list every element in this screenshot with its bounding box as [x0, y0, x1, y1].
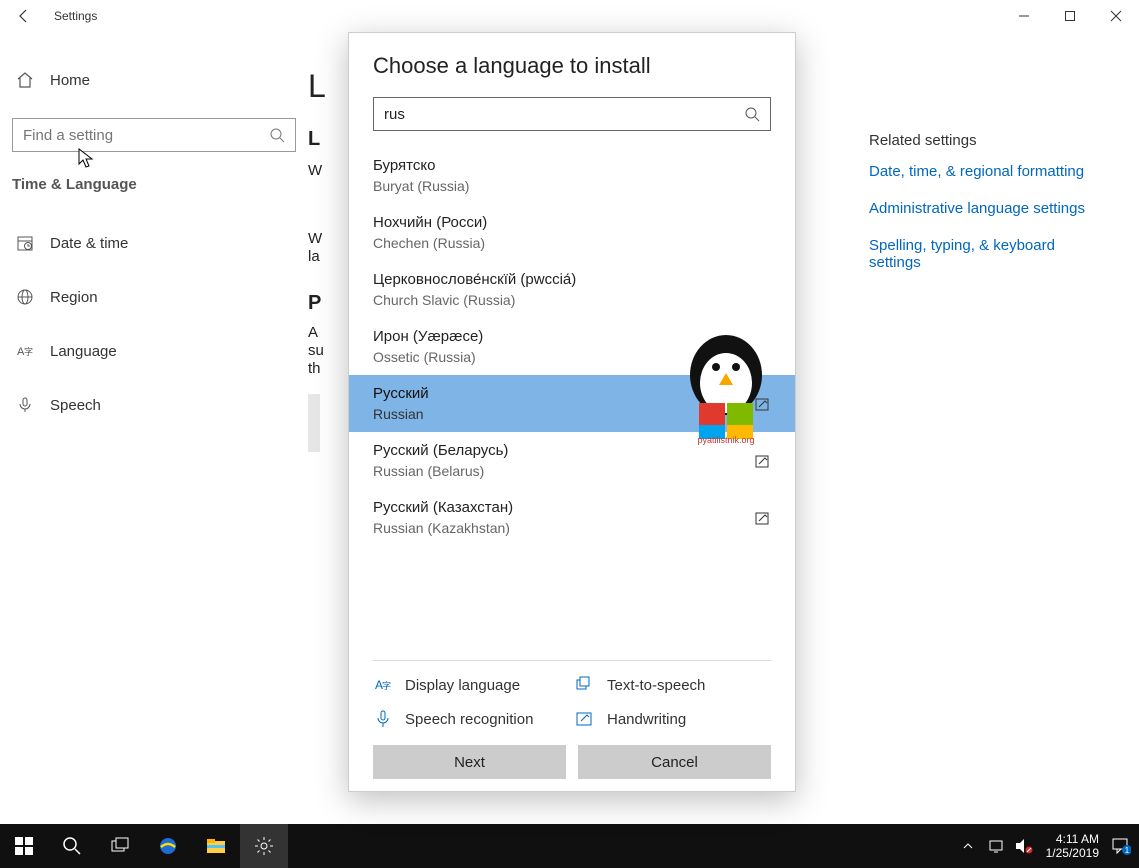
handwriting-icon [755, 510, 771, 526]
language-native-name: Русский (Казахстан) [373, 499, 513, 516]
bg-text: W [308, 230, 322, 247]
language-item[interactable]: Церковнослове́нскїй (рwссіа́) Church Slav… [349, 261, 795, 318]
language-english-name: Russian [373, 406, 429, 422]
tray-time: 4:11 AM [1046, 832, 1099, 846]
window-title: Settings [54, 9, 97, 23]
bg-text: A [308, 324, 318, 341]
language-english-name: Russian (Kazakhstan) [373, 520, 513, 536]
feature-legend: A字 Display language Text-to-speech Speec… [373, 660, 771, 745]
feature-label: Speech recognition [405, 711, 533, 728]
maximize-button[interactable] [1047, 0, 1093, 32]
language-native-name: Нохчийн (Росси) [373, 214, 487, 231]
taskbar: 4:11 AM 1/25/2019 1 [0, 824, 1139, 868]
sidebar-item-datetime[interactable]: Date & time [12, 221, 296, 265]
language-english-name: Buryat (Russia) [373, 178, 469, 194]
svg-text:1: 1 [1125, 846, 1130, 855]
feature-speech-recognition: Speech recognition [373, 709, 569, 729]
sidebar-section-header: Time & Language [12, 176, 296, 193]
tray-chevron-up-icon[interactable] [956, 834, 980, 858]
svg-text:字: 字 [24, 346, 33, 357]
bg-text: la [308, 248, 320, 265]
bg-text: L [308, 128, 320, 151]
sidebar-search[interactable] [12, 118, 296, 152]
bg-text: L [308, 68, 326, 105]
watermark-logo: pyatilistnik.org [671, 325, 781, 445]
dialog-title: Choose a language to install [373, 53, 771, 79]
language-native-name: Бурятско [373, 157, 469, 174]
home-icon [16, 71, 34, 89]
related-heading: Related settings [869, 132, 1109, 149]
feature-handwriting: Handwriting [575, 709, 771, 729]
svg-text:pyatilistnik.org: pyatilistnik.org [697, 435, 754, 445]
sidebar-home[interactable]: Home [12, 60, 296, 100]
search-icon [744, 106, 760, 122]
minimize-button[interactable] [1001, 0, 1047, 32]
language-search-input[interactable] [384, 106, 744, 123]
related-link-admin[interactable]: Administrative language settings [869, 200, 1109, 217]
bg-panel-edge [308, 394, 320, 452]
tray-network-icon[interactable] [984, 834, 1008, 858]
related-settings: Related settings Date, time, & regional … [869, 132, 1109, 291]
start-button[interactable] [0, 824, 48, 868]
bg-text: W [308, 162, 322, 179]
back-button[interactable] [12, 4, 36, 28]
tray-volume-icon[interactable] [1012, 834, 1036, 858]
sidebar-item-region[interactable]: Region [12, 275, 296, 319]
language-english-name: Chechen (Russia) [373, 235, 487, 251]
sidebar-item-language[interactable]: A字 Language [12, 329, 296, 373]
sidebar-search-input[interactable] [23, 127, 285, 144]
language-english-name: Russian (Belarus) [373, 463, 508, 479]
language-english-name: Church Slavic (Russia) [373, 292, 576, 308]
calendar-clock-icon [16, 234, 34, 252]
taskbar-app-explorer[interactable] [192, 824, 240, 868]
microphone-icon [16, 396, 34, 414]
language-english-name: Ossetic (Russia) [373, 349, 483, 365]
related-link-datetime[interactable]: Date, time, & regional formatting [869, 163, 1109, 180]
sidebar-item-label: Speech [50, 397, 101, 414]
close-button[interactable] [1093, 0, 1139, 32]
feature-label: Display language [405, 677, 520, 694]
feature-display-language: A字 Display language [373, 675, 569, 695]
tray-clock[interactable]: 4:11 AM 1/25/2019 [1040, 832, 1105, 860]
feature-tts: Text-to-speech [575, 675, 771, 695]
language-install-dialog: Choose a language to install Бурятско Bur… [348, 32, 796, 792]
taskbar-app-settings[interactable] [240, 824, 288, 868]
search-icon [269, 127, 285, 143]
language-icon: A字 [16, 342, 34, 360]
language-native-name: Русский [373, 385, 429, 402]
sidebar-item-label: Date & time [50, 235, 128, 252]
language-item[interactable]: Бурятско Buryat (Russia) [349, 147, 795, 204]
language-search[interactable] [373, 97, 771, 131]
sidebar-home-label: Home [50, 72, 90, 89]
titlebar: Settings [0, 0, 1139, 32]
sidebar: Home Time & Language Date & time Region [0, 32, 308, 824]
feature-label: Text-to-speech [607, 677, 705, 694]
tray-notifications-icon[interactable]: 1 [1109, 834, 1133, 858]
language-item[interactable]: Русский (Казахстан) Russian (Kazakhstan) [349, 489, 795, 546]
handwriting-icon [755, 453, 771, 469]
language-native-name: Церковнослове́нскїй (рwссіа́) [373, 271, 576, 288]
language-item[interactable]: Нохчийн (Росси) Chechen (Russia) [349, 204, 795, 261]
language-native-name: Русский (Беларусь) [373, 442, 508, 459]
taskbar-search-button[interactable] [48, 824, 96, 868]
bg-text: su [308, 342, 324, 359]
task-view-button[interactable] [96, 824, 144, 868]
cancel-button[interactable]: Cancel [578, 745, 771, 779]
sidebar-item-speech[interactable]: Speech [12, 383, 296, 427]
bg-text: th [308, 360, 321, 377]
sidebar-item-label: Region [50, 289, 98, 306]
globe-icon [16, 288, 34, 306]
taskbar-app-ie[interactable] [144, 824, 192, 868]
bg-text: P [308, 292, 321, 315]
feature-label: Handwriting [607, 711, 686, 728]
language-native-name: Ирон (Уæрæсе) [373, 328, 483, 345]
tray-date: 1/25/2019 [1046, 846, 1099, 860]
related-link-spelling[interactable]: Spelling, typing, & keyboard settings [869, 237, 1109, 271]
next-button[interactable]: Next [373, 745, 566, 779]
svg-text:字: 字 [382, 680, 391, 691]
sidebar-item-label: Language [50, 343, 117, 360]
